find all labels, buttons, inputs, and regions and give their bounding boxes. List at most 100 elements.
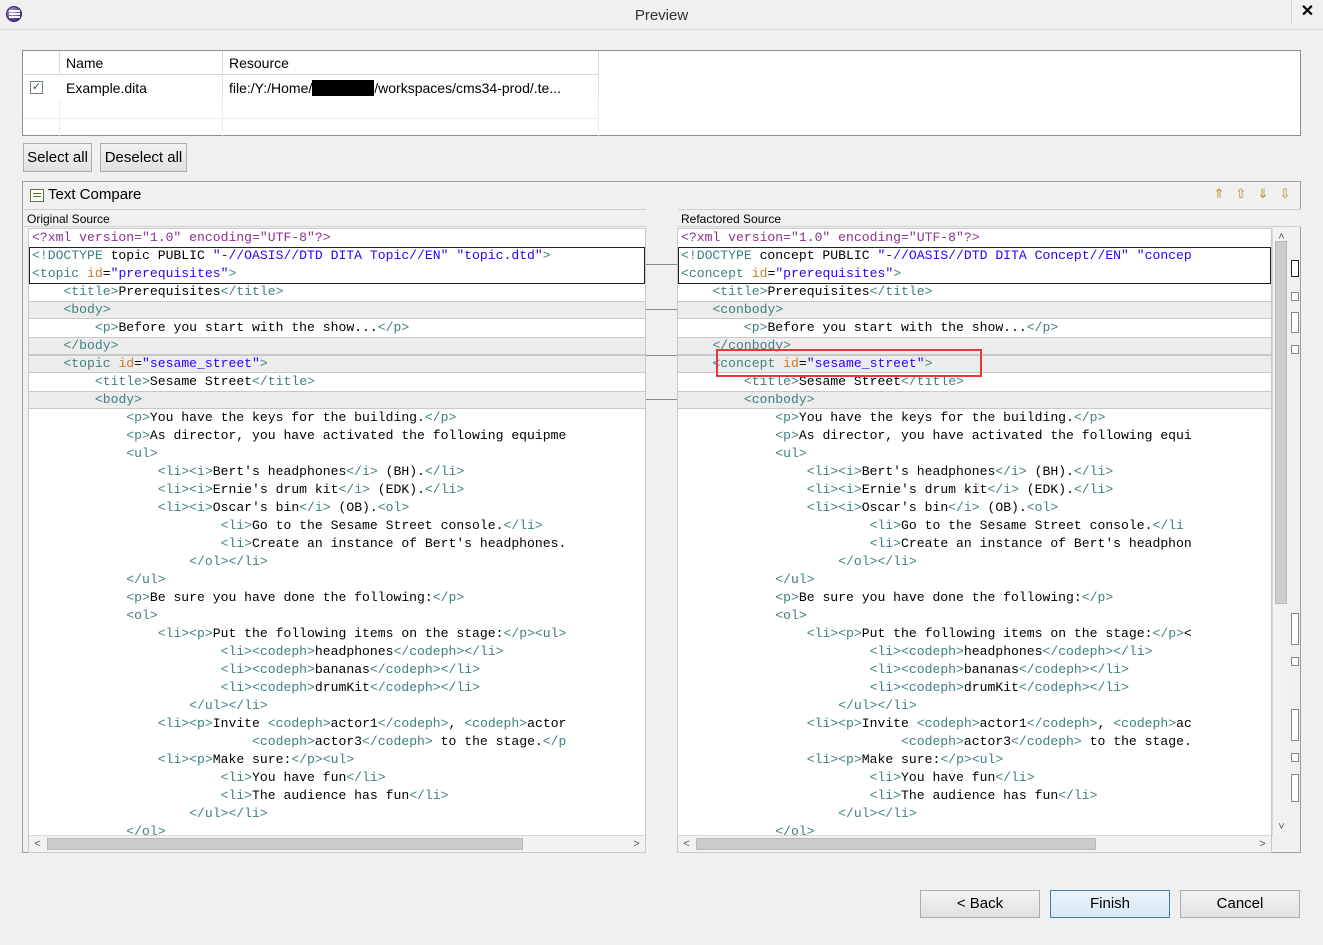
code-line: </ol></li>	[838, 554, 917, 569]
code-line: <li><i>Bert's headphones</i> (BH).</li>	[157, 464, 465, 479]
code-line: <p>As director, you have activated the f…	[126, 428, 567, 443]
left-scroll-thumb[interactable]	[47, 838, 523, 850]
cancel-button[interactable]: Cancel	[1180, 890, 1300, 918]
next-difference-icon[interactable]: ⇓	[1255, 186, 1271, 202]
resource-path-end: /workspaces/cms34-prod/.te...	[374, 80, 562, 96]
code-line: </ul></li>	[189, 806, 268, 821]
code-line: <li><p>Invite <codeph>actor1</codeph>, <…	[806, 716, 1192, 731]
code-line: <p>Be sure you have done the following:<…	[126, 590, 465, 605]
row-resource-cell: file:/Y:/Home/ /workspaces/cms34-prod/.te…	[223, 76, 599, 100]
checkbox-column-header	[23, 51, 60, 75]
code-line: <li>You have fun</li>	[869, 770, 1035, 785]
code-line: <p>You have the keys for the building.</…	[126, 410, 457, 425]
copy-all-left-to-right-icon[interactable]: ⇑	[1211, 186, 1227, 202]
finish-button[interactable]: Finish	[1050, 890, 1170, 918]
scroll-right-arrow-icon[interactable]: >	[1254, 836, 1271, 852]
code-line: <li><i>Bert's headphones</i> (BH).</li>	[806, 464, 1114, 479]
code-line: </ul></li>	[838, 698, 917, 713]
title-bar: Preview ✕	[0, 0, 1323, 30]
refactored-source-code[interactable]: <?xml version="1.0" encoding="UTF-8"?> <!…	[678, 229, 1271, 852]
right-horizontal-scrollbar[interactable]: < >	[678, 835, 1271, 852]
diff-overview-ruler[interactable]	[1289, 229, 1301, 835]
code-line: <?xml version="1.0" encoding="UTF-8"?>	[681, 230, 980, 245]
code-line: <body>	[63, 302, 111, 317]
code-line: </ul></li>	[189, 698, 268, 713]
left-horizontal-scrollbar[interactable]: < >	[29, 835, 645, 852]
resource-column-header[interactable]: Resource	[223, 51, 599, 75]
code-line: <?xml version="1.0" encoding="UTF-8"?>	[32, 230, 331, 245]
code-line: <ul>	[775, 446, 807, 461]
code-line: <p>Be sure you have done the following:<…	[775, 590, 1114, 605]
code-line: </body>	[63, 338, 119, 353]
vertical-scrollbar[interactable]: ˄ ˅	[1272, 229, 1289, 835]
code-line: <li><i>Oscar's bin</i> (OB).<ol>	[157, 500, 410, 515]
code-line: <p>You have the keys for the building.</…	[775, 410, 1106, 425]
code-line: <p>As director, you have activated the f…	[775, 428, 1192, 443]
code-line: </ul>	[775, 572, 815, 587]
code-line: <li><p>Make sure:</p><ul>	[806, 752, 1004, 767]
code-line: <li><codeph>bananas</codeph></li>	[220, 662, 480, 677]
code-line: <li>The audience has fun</li>	[220, 788, 449, 803]
code-line: <ol>	[775, 608, 807, 623]
name-column-header[interactable]: Name	[60, 51, 223, 75]
code-line: <conbody>	[743, 392, 815, 407]
text-compare-icon	[30, 189, 44, 202]
code-line: </ul></li>	[838, 806, 917, 821]
select-all-button[interactable]: Select all	[23, 143, 92, 172]
code-line: <body>	[94, 392, 143, 407]
code-line: <codeph>actor3</codeph> to the stage.	[901, 734, 1192, 749]
code-line: <p>Before you start with the show...</p>	[94, 320, 410, 335]
code-line: <li><i>Ernie's drum kit</i> (EDK).</li>	[806, 482, 1114, 497]
resource-path-start: file:/Y:/Home/	[229, 80, 313, 96]
redacted-block	[312, 80, 375, 96]
code-line: <!DOCTYPE concept PUBLIC "-//OASIS//DTD …	[681, 248, 1192, 263]
scroll-left-arrow-icon[interactable]: <	[29, 836, 46, 852]
code-line: <ul>	[126, 446, 158, 461]
original-source-code[interactable]: <?xml version="1.0" encoding="UTF-8"?> <!…	[29, 229, 645, 852]
copy-all-right-to-left-icon[interactable]: ⇧	[1233, 186, 1249, 202]
scroll-right-arrow-icon[interactable]: >	[628, 836, 645, 852]
code-line: <concept id="prerequisites">	[681, 266, 902, 281]
scroll-left-arrow-icon[interactable]: <	[678, 836, 695, 852]
deselect-all-button[interactable]: Deselect all	[100, 143, 187, 172]
code-line: <li>You have fun</li>	[220, 770, 386, 785]
code-line: <li><i>Oscar's bin</i> (OB).<ol>	[806, 500, 1059, 515]
code-line: <title>Sesame Street</title>	[94, 374, 315, 389]
code-line: <li>Create an instance of Bert's headpho…	[869, 536, 1192, 551]
code-line: <li><codeph>headphones</codeph></li>	[220, 644, 504, 659]
changed-line-band	[29, 301, 645, 319]
code-line: <ol>	[126, 608, 158, 623]
code-line: </ul>	[126, 572, 166, 587]
close-button[interactable]: ✕	[1291, 0, 1323, 23]
code-line: <topic id="prerequisites">	[32, 266, 237, 281]
code-line: <p>Before you start with the show...</p>	[743, 320, 1059, 335]
right-pane-header: Refactored Source	[678, 209, 1301, 227]
code-line: <li>Create an instance of Bert's headpho…	[220, 536, 567, 551]
code-line: <li><codeph>drumKit</codeph></li>	[869, 680, 1129, 695]
code-line: <li>Go to the Sesame Street console.</li	[869, 518, 1184, 533]
window-title: Preview	[634, 7, 689, 24]
row-checkbox[interactable]: ✓	[30, 81, 43, 94]
refactored-source-pane[interactable]: <?xml version="1.0" encoding="UTF-8"?> <!…	[677, 228, 1272, 853]
vertical-scroll-thumb[interactable]	[1275, 241, 1287, 604]
code-line: <!DOCTYPE topic PUBLIC "-//OASIS//DTD DI…	[32, 248, 551, 263]
right-scroll-thumb[interactable]	[696, 838, 1096, 850]
highlighted-change-box	[716, 349, 982, 377]
previous-difference-icon[interactable]: ⇩	[1277, 186, 1293, 202]
changed-line-band	[29, 337, 645, 355]
code-line: <li><p>Invite <codeph>actor1</codeph>, <…	[157, 716, 567, 731]
row-name-cell: Example.dita	[60, 76, 223, 100]
left-pane-header: Original Source	[24, 209, 646, 227]
code-line: <codeph>actor3</codeph> to the stage.</p	[252, 734, 567, 749]
back-button[interactable]: < Back	[920, 890, 1040, 918]
text-compare-title: Text Compare	[48, 186, 142, 203]
code-line: <title>Prerequisites</title>	[63, 284, 284, 299]
original-source-pane[interactable]: <?xml version="1.0" encoding="UTF-8"?> <!…	[28, 228, 646, 853]
code-line: <li><codeph>drumKit</codeph></li>	[220, 680, 480, 695]
code-line: <li><codeph>bananas</codeph></li>	[869, 662, 1129, 677]
code-line: </ol></li>	[189, 554, 268, 569]
code-line: <title>Prerequisites</title>	[712, 284, 933, 299]
scroll-down-arrow-icon[interactable]: ˅	[1273, 819, 1290, 835]
text-compare-panel: Text Compare ⇑ ⇧ ⇓ ⇩ Original Source Ref…	[22, 181, 1301, 853]
diff-connector-gutter	[646, 228, 677, 853]
